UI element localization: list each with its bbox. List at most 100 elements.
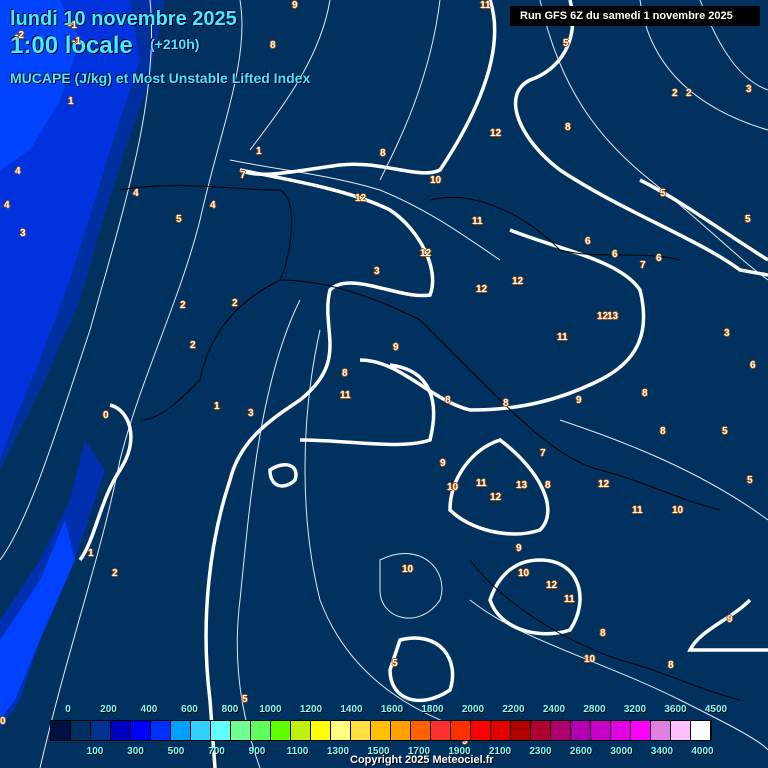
colorbar-cell <box>91 721 111 740</box>
contour-label: 9 <box>516 543 522 554</box>
colorbar-cell <box>311 721 331 740</box>
contour-label: 1 <box>256 146 262 157</box>
colorbar-label: 900 <box>248 746 266 757</box>
contour-label: 5 <box>176 214 182 225</box>
contour-label: 11 <box>476 478 487 489</box>
colorbar-label: 2800 <box>583 704 606 715</box>
contour-label: 2 <box>232 298 238 309</box>
contour-label: 6 <box>585 236 591 247</box>
contour-label: 7 <box>540 448 546 459</box>
colorbar-label: 500 <box>167 746 185 757</box>
contour-label: 9 <box>727 614 733 625</box>
colorbar-label: 1100 <box>286 746 309 757</box>
contour-label: 6 <box>612 249 618 260</box>
contour-label: 9 <box>292 0 298 11</box>
contour-label: -2 <box>15 30 24 41</box>
colorbar-cell <box>411 721 431 740</box>
contour-label: 8 <box>545 480 551 491</box>
map-canvas <box>0 0 768 768</box>
colorbar-cell <box>651 721 671 740</box>
colorbar-cell <box>71 721 91 740</box>
contour-label: -1 <box>72 36 81 47</box>
colorbar-label: 1600 <box>380 704 404 715</box>
colorbar-label: 4000 <box>691 746 714 757</box>
colorbar-cell <box>631 721 651 740</box>
colorbar-label: 2400 <box>542 704 566 715</box>
colorbar-cell <box>331 721 351 740</box>
colorbar-cell <box>151 721 171 740</box>
colorbar-cell <box>451 721 471 740</box>
colorbar-label: 3600 <box>664 704 687 715</box>
contour-label: 0 <box>103 410 109 421</box>
colorbar <box>50 720 712 741</box>
contour-label: 11 <box>557 332 568 343</box>
colorbar-cell <box>551 721 571 740</box>
colorbar-cell <box>491 721 511 740</box>
contour-label: 9 <box>393 342 399 353</box>
colorbar-label: 4500 <box>704 704 728 715</box>
colorbar-label: 200 <box>100 704 117 715</box>
colorbar-label: 700 <box>208 746 225 757</box>
contour-label: 12 <box>598 479 610 490</box>
contour-label: 8 <box>565 122 571 133</box>
contour-label: 5 <box>660 188 666 199</box>
colorbar-cell <box>691 721 711 740</box>
colorbar-cell <box>271 721 291 740</box>
contour-label: 12 <box>420 248 432 259</box>
colorbar-cell <box>471 721 491 740</box>
colorbar-label: 3000 <box>610 746 633 757</box>
contour-label: 8 <box>270 40 276 51</box>
colorbar-cell <box>371 721 391 740</box>
colorbar-cell <box>391 721 411 740</box>
colorbar-label: 1300 <box>326 746 350 757</box>
contour-label: 11 <box>340 390 351 401</box>
contour-label: 2 <box>112 568 118 579</box>
colorbar-label: 1200 <box>299 704 323 715</box>
contour-label: 13 <box>607 311 619 322</box>
contour-label: 9 <box>440 458 446 469</box>
colorbar-label: 3200 <box>623 704 647 715</box>
colorbar-cell <box>251 721 271 740</box>
contour-label: 6 <box>656 253 662 264</box>
contour-label: 2 <box>180 300 186 311</box>
colorbar-label: 100 <box>86 746 104 757</box>
colorbar-label: 2600 <box>569 746 593 757</box>
contour-label: 4 <box>15 166 21 177</box>
contour-label: 10 <box>584 654 596 665</box>
contour-label: 12 <box>476 284 488 295</box>
colorbar-cell <box>591 721 611 740</box>
colorbar-label: 2000 <box>461 704 485 715</box>
colorbar-label: 2200 <box>502 704 525 715</box>
colorbar-label: 3400 <box>650 746 674 757</box>
colorbar-cell <box>671 721 691 740</box>
contour-label: 10 <box>447 482 459 493</box>
contour-label: 12 <box>355 193 367 204</box>
contour-label: 5 <box>242 694 248 705</box>
colorbar-cell <box>231 721 251 740</box>
contour-label: 7 <box>640 260 646 271</box>
contour-label: 5 <box>722 426 728 437</box>
colorbar-label: 1400 <box>340 704 363 715</box>
colorbar-cell <box>131 721 151 740</box>
contour-label: 4 <box>4 200 10 211</box>
contour-label: 11 <box>564 594 575 605</box>
colorbar-cell <box>611 721 631 740</box>
contour-label: 13 <box>516 480 528 491</box>
contour-label: 8 <box>503 398 509 409</box>
li-contours-thick <box>78 0 768 768</box>
contour-label: 8 <box>660 426 666 437</box>
colorbar-label: 300 <box>127 746 144 757</box>
contour-label: 3 <box>746 84 752 95</box>
weather-map: lundi 10 novembre 2025 1:00 locale (+210… <box>0 0 768 768</box>
contour-label: 2 <box>190 340 196 351</box>
contour-label: 5 <box>747 475 753 486</box>
contour-label: 5 <box>563 38 569 49</box>
contour-label: -1 <box>68 20 77 31</box>
colorbar-label: 600 <box>181 704 198 715</box>
contour-label: 8 <box>668 660 674 671</box>
contour-label: 9 <box>576 395 582 406</box>
contour-label: 0 <box>0 716 6 727</box>
contour-label: 12 <box>490 492 502 503</box>
contour-label: 5 <box>392 658 398 669</box>
contour-label: 1 <box>214 401 220 412</box>
